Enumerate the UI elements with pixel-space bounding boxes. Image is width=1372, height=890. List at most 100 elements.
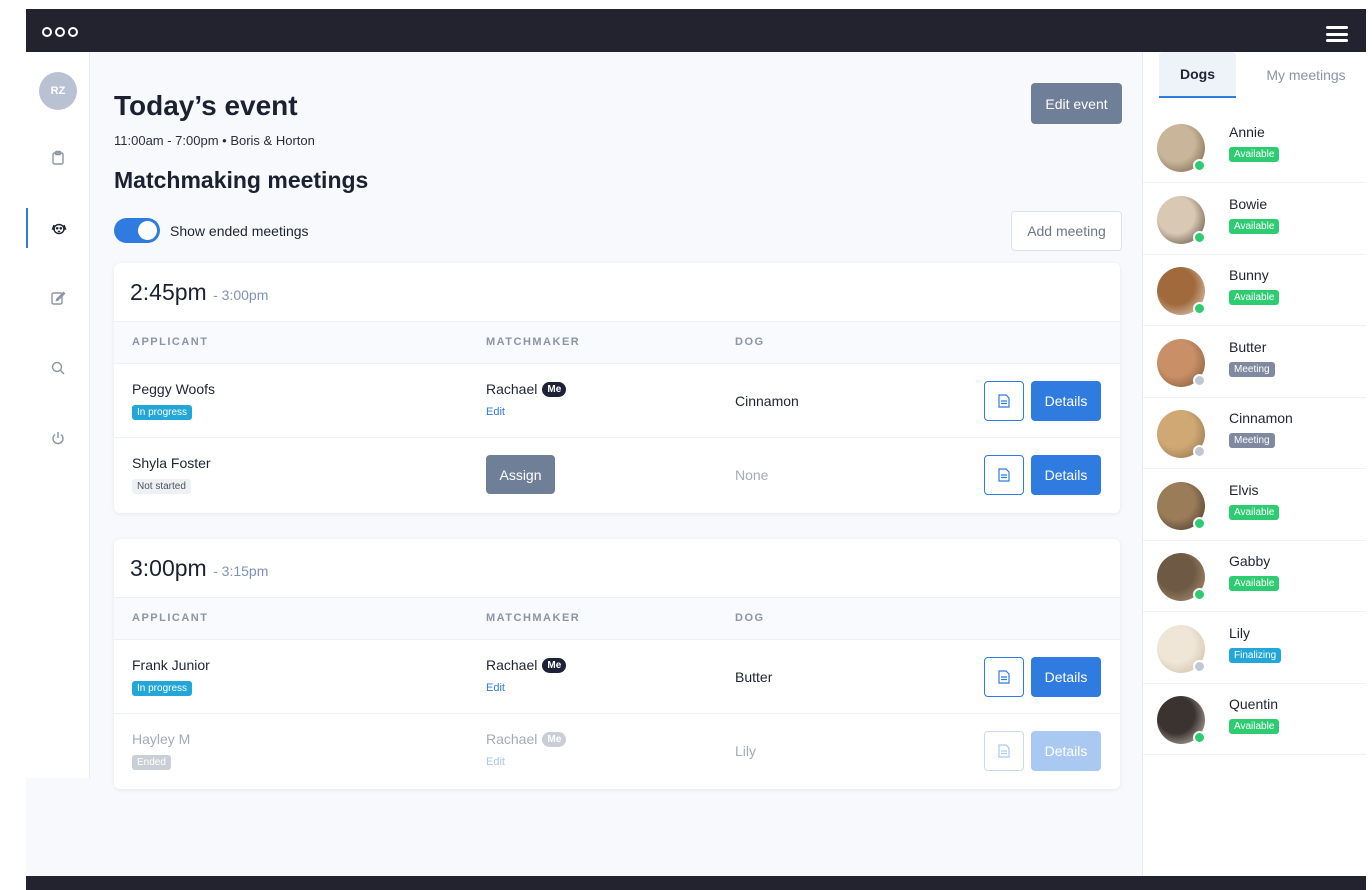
app-window: RZ Today’s event 11:00am - 7:00pm • Bori… xyxy=(26,9,1366,890)
add-meeting-button[interactable]: Add meeting xyxy=(1011,211,1122,251)
matchmaker-name: Rachael Me xyxy=(486,731,567,747)
matchmaker-name-text: Rachael xyxy=(486,381,538,397)
status-badge: Not started xyxy=(132,479,191,494)
dog-status-badge: Available xyxy=(1229,290,1280,305)
power-icon xyxy=(52,432,64,445)
slot-time: 2:45pm - 3:00pm xyxy=(130,279,268,306)
document-button[interactable] xyxy=(984,381,1024,421)
me-badge: Me xyxy=(542,657,567,673)
sidebar-item-clipboard[interactable] xyxy=(26,138,90,178)
matchmaker-name-text: Rachael xyxy=(486,657,538,673)
column-header-dog: DOG xyxy=(735,336,765,348)
sidebar-item-edit[interactable] xyxy=(26,278,90,318)
dog-list-item[interactable]: Bunny Available xyxy=(1143,255,1366,326)
dog-name: Bunny xyxy=(1229,267,1269,283)
slot-time: 3:00pm - 3:15pm xyxy=(130,555,268,582)
dog-status-badge: Finalizing xyxy=(1229,647,1282,663)
sidebar-item-search[interactable] xyxy=(26,348,90,388)
slot-start-time: 2:45pm xyxy=(130,279,207,305)
status-badge: Ended xyxy=(132,755,171,770)
dog-list-item[interactable]: Cinnamon Meeting xyxy=(1143,398,1366,469)
avatar[interactable]: RZ xyxy=(39,72,77,110)
dog-list-item[interactable]: Butter Meeting xyxy=(1143,327,1366,398)
meeting-slot-card: 2:45pm - 3:00pm APPLICANT MATCHMAKER DOG… xyxy=(114,263,1120,513)
sidebar-item-dogs[interactable] xyxy=(26,208,90,248)
dog-name: Lily xyxy=(735,743,757,759)
dog-status-badge: Available xyxy=(1229,504,1280,520)
status-badge: In progress xyxy=(132,681,193,696)
search-icon xyxy=(51,361,65,375)
applicant-name: Shyla Foster xyxy=(132,455,211,471)
dog-name: Lily xyxy=(1229,624,1251,641)
show-ended-toggle[interactable] xyxy=(114,218,160,243)
dog-status-badge: Meeting xyxy=(1229,361,1275,377)
applicant-name: Frank Junior xyxy=(132,657,210,673)
document-button[interactable] xyxy=(984,657,1024,697)
toggle-label: Show ended meetings xyxy=(170,222,309,239)
dog-status-badge: Available xyxy=(1229,218,1280,234)
dog-list-item[interactable]: Lily Finalizing xyxy=(1143,613,1366,684)
edit-event-button[interactable]: Edit event xyxy=(1031,83,1122,124)
assign-button[interactable]: Assign xyxy=(486,455,555,494)
meeting-slot-card: 3:00pm - 3:15pm APPLICANT MATCHMAKER DOG… xyxy=(114,539,1120,789)
document-button[interactable] xyxy=(984,731,1024,771)
online-status-dot xyxy=(1193,302,1206,315)
column-header-matchmaker: MATCHMAKER xyxy=(486,612,581,624)
section-title: Matchmaking meetings xyxy=(114,167,369,193)
dog-status-badge: Available xyxy=(1229,147,1280,162)
column-header-dog: DOG xyxy=(735,612,765,624)
dog-name: Gabby xyxy=(1229,553,1271,569)
page-title: Today’s event xyxy=(114,90,298,121)
column-header-matchmaker: MATCHMAKER xyxy=(486,336,581,348)
applicant-name: Peggy Woofs xyxy=(132,381,216,397)
details-button[interactable]: Details xyxy=(1031,381,1101,421)
edit-matchmaker-link[interactable]: Edit xyxy=(486,682,505,694)
online-status-dot xyxy=(1193,731,1206,744)
table-row: Shyla Foster Not started Assign None Det… xyxy=(114,438,1120,512)
matchmaker-name: Rachael Me xyxy=(486,657,567,673)
online-status-dot xyxy=(1193,659,1206,673)
tab-dogs[interactable]: Dogs xyxy=(1159,52,1236,98)
window-dot xyxy=(55,27,65,37)
window-dot xyxy=(68,27,78,37)
slot-start-time: 3:00pm xyxy=(130,555,207,581)
sidebar-item-logout[interactable] xyxy=(26,418,90,458)
table-row: Hayley M Ended Rachael Me Edit Lily Deta… xyxy=(114,714,1120,788)
panel-tabs: Dogs My meetings xyxy=(1143,52,1366,98)
dog-list-item[interactable]: Quentin Available xyxy=(1143,684,1366,755)
dog-name: Butter xyxy=(1229,338,1267,355)
details-button[interactable]: Details xyxy=(1031,657,1101,697)
matchmaker-name: Rachael Me xyxy=(486,381,567,397)
status-badge: In progress xyxy=(132,405,193,420)
event-time-subtitle: 11:00am - 7:00pm • Boris & Horton xyxy=(114,133,315,148)
edit-matchmaker-link[interactable]: Edit xyxy=(486,756,505,768)
hamburger-menu-icon[interactable] xyxy=(1326,26,1348,42)
dog-icon xyxy=(51,223,67,235)
edit-matchmaker-link[interactable]: Edit xyxy=(486,406,505,418)
document-icon xyxy=(998,394,1010,408)
dog-name: Cinnamon xyxy=(735,393,799,409)
hamburger-line xyxy=(1326,26,1348,29)
clipboard-icon xyxy=(52,150,64,165)
dog-name: Elvis xyxy=(1229,481,1259,498)
window-dot xyxy=(42,27,52,37)
bottom-bar xyxy=(26,876,1366,890)
details-button[interactable]: Details xyxy=(1031,455,1101,495)
me-badge: Me xyxy=(542,731,567,747)
online-status-dot xyxy=(1193,516,1206,530)
table-header: APPLICANT MATCHMAKER DOG xyxy=(114,321,1120,364)
dog-name: Cinnamon xyxy=(1229,410,1293,426)
document-button[interactable] xyxy=(984,455,1024,495)
document-icon xyxy=(998,744,1010,758)
dog-name: Bowie xyxy=(1229,195,1268,212)
dog-name: Butter xyxy=(735,669,773,685)
dog-list-item[interactable]: Elvis Available xyxy=(1143,470,1366,541)
table-header: APPLICANT MATCHMAKER DOG xyxy=(114,597,1120,640)
online-status-dot xyxy=(1193,230,1206,244)
tab-my-meetings[interactable]: My meetings xyxy=(1250,52,1362,98)
column-header-applicant: APPLICANT xyxy=(132,336,209,348)
dog-list-item[interactable]: Gabby Available xyxy=(1143,541,1366,612)
details-button[interactable]: Details xyxy=(1031,731,1101,771)
dog-list-item[interactable]: Bowie Available xyxy=(1143,184,1366,255)
dog-list-item[interactable]: Annie Available xyxy=(1143,112,1366,183)
